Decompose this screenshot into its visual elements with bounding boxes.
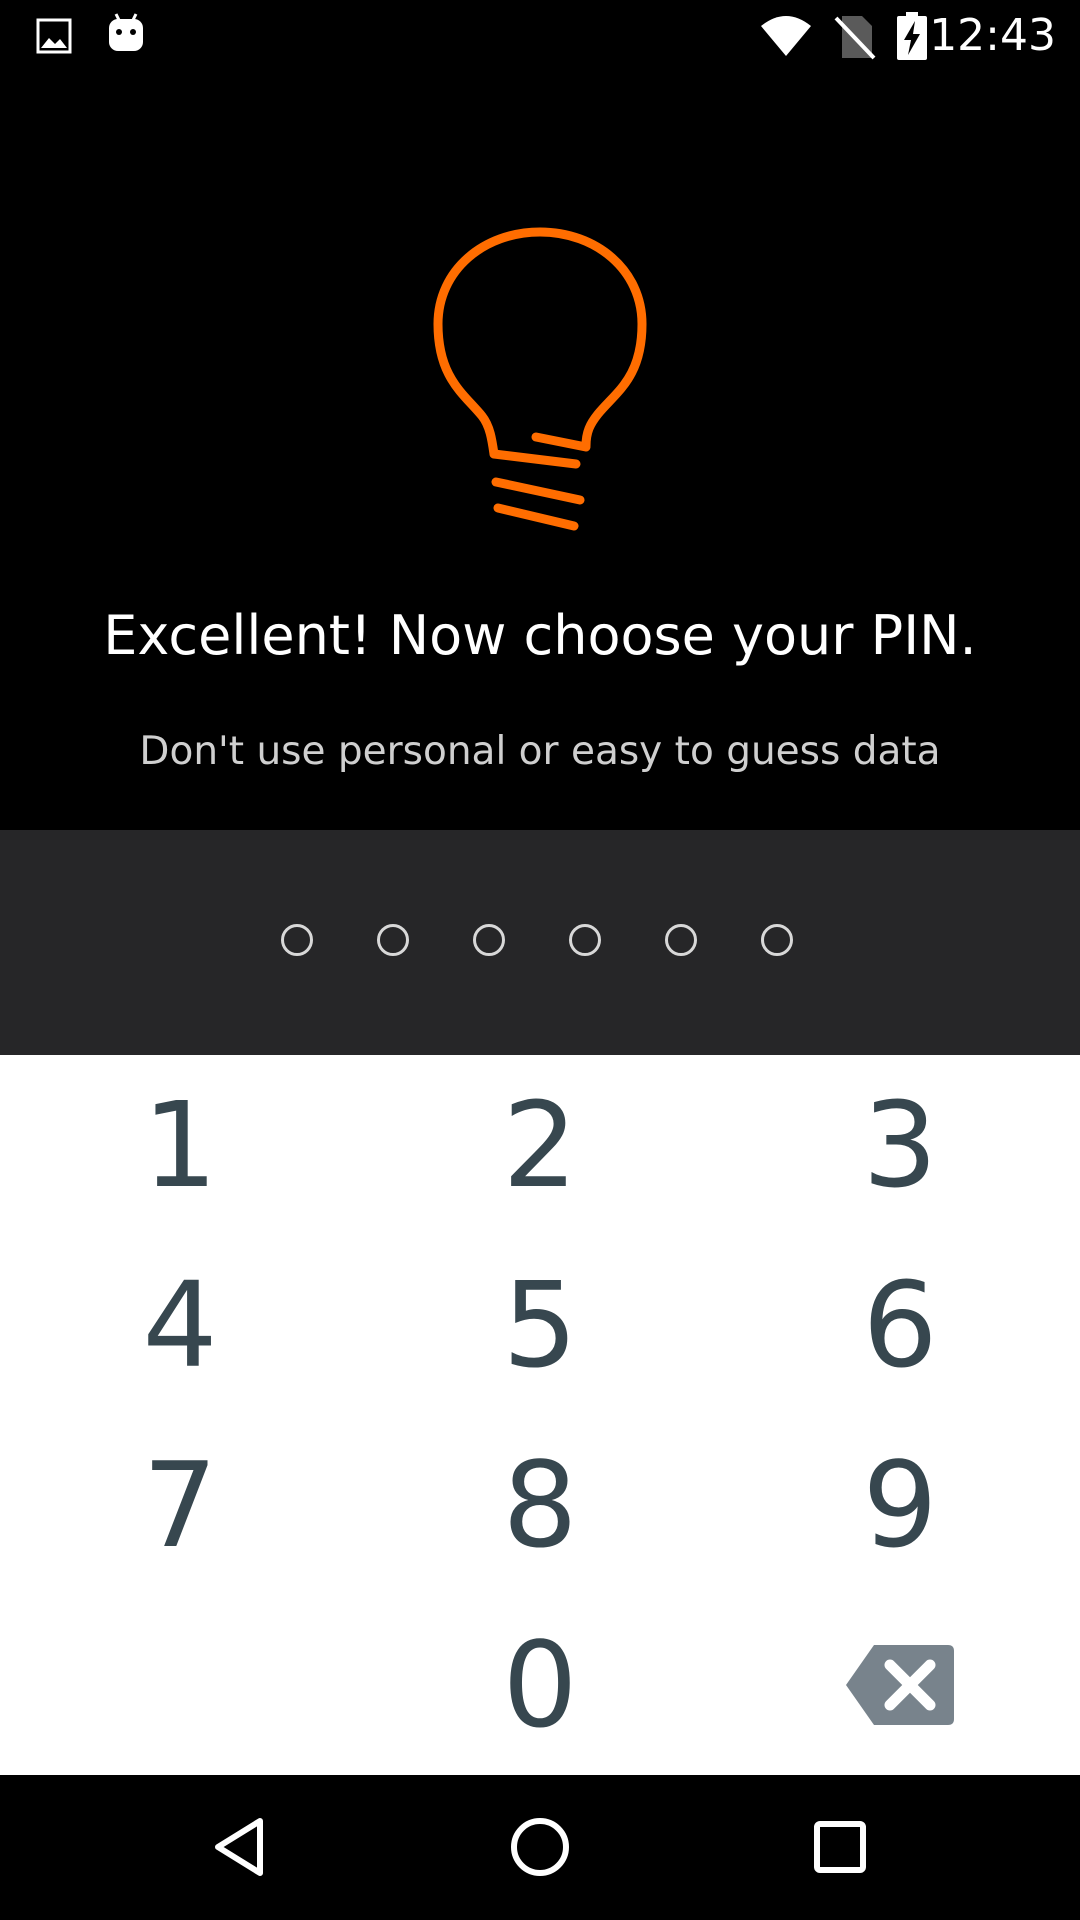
pin-dot: [377, 924, 409, 956]
home-icon: [511, 1818, 569, 1876]
key-4[interactable]: 4: [0, 1235, 360, 1415]
no-sim-icon: [832, 14, 876, 65]
navigation-bar: [0, 1775, 1080, 1920]
image-notification-icon: [36, 18, 72, 59]
key-6[interactable]: 6: [720, 1235, 1080, 1415]
home-button[interactable]: [480, 1797, 600, 1897]
keypad: 1 2 3 4 5 6 7 8 9 0: [0, 1055, 1080, 1775]
lightbulb-base-lines: [493, 503, 579, 531]
android-notification-icon: [106, 12, 146, 59]
headline: Excellent! Now choose your PIN.: [103, 604, 977, 667]
pin-dot: [281, 924, 313, 956]
back-icon: [215, 1818, 263, 1876]
key-1[interactable]: 1: [0, 1055, 360, 1235]
key-2[interactable]: 2: [360, 1055, 720, 1235]
wifi-icon: [760, 14, 812, 63]
key-7[interactable]: 7: [0, 1415, 360, 1595]
pin-indicator-strip: [0, 830, 1080, 1055]
key-5[interactable]: 5: [360, 1235, 720, 1415]
status-time: 12:43: [929, 10, 1056, 61]
battery-charging-icon: [896, 12, 928, 65]
subline: Don't use personal or easy to guess data: [139, 729, 941, 774]
key-8[interactable]: 8: [360, 1415, 720, 1595]
recents-button[interactable]: [780, 1797, 900, 1897]
pin-dots: [281, 924, 801, 962]
key-9[interactable]: 9: [720, 1415, 1080, 1595]
backspace-icon: [846, 1645, 954, 1725]
pin-setup-screen: 12:43 Excellent! Now choose your PIN. Do…: [0, 0, 1080, 1920]
key-empty: [0, 1595, 360, 1775]
pin-dot: [569, 924, 601, 956]
pin-dot: [761, 924, 793, 956]
pin-dot: [473, 924, 505, 956]
back-button[interactable]: [180, 1797, 300, 1897]
status-bar: 12:43: [0, 0, 1080, 72]
recents-icon: [814, 1821, 866, 1873]
backspace-button[interactable]: [720, 1595, 1080, 1775]
pin-dot: [665, 924, 697, 956]
key-3[interactable]: 3: [720, 1055, 1080, 1235]
hero-section: Excellent! Now choose your PIN. Don't us…: [0, 72, 1080, 830]
key-0[interactable]: 0: [360, 1595, 720, 1775]
